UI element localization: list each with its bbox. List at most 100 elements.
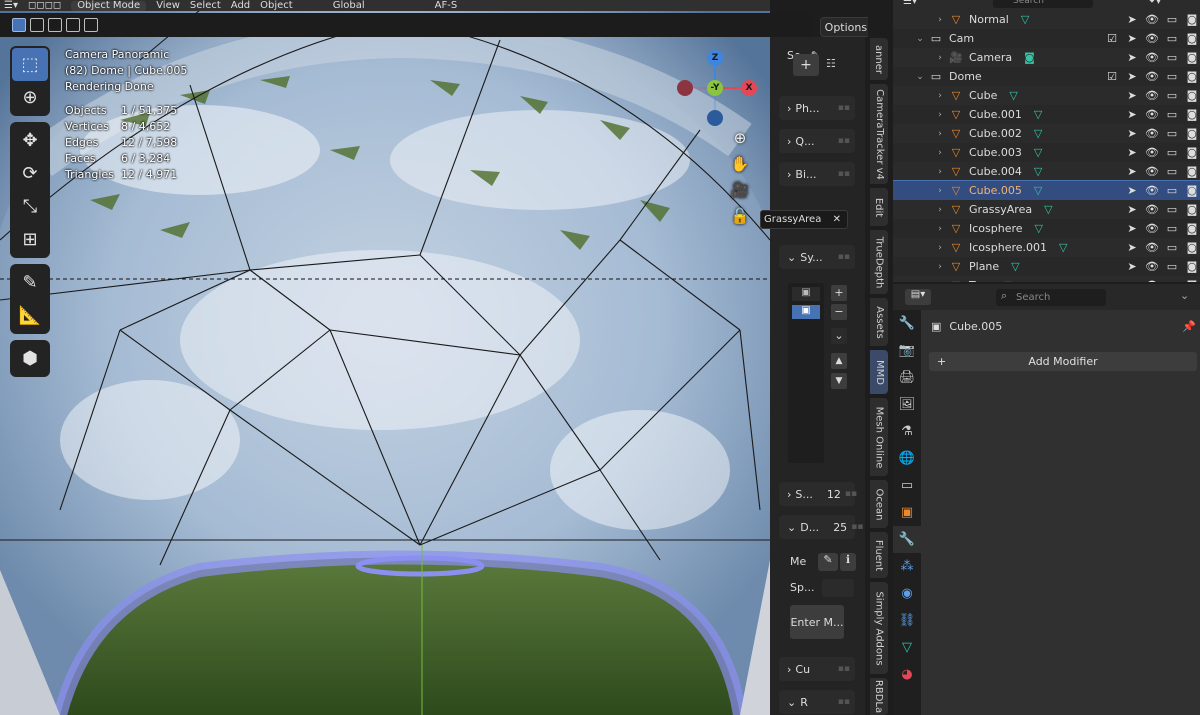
outliner-row[interactable]: › ▽ Cube.003 ▽ ➤ 👁 ▭ ◙	[893, 143, 1200, 162]
camera-view-icon[interactable]: 🎥	[728, 177, 752, 203]
selectable-icon[interactable]: ➤	[1124, 89, 1140, 102]
outliner-row[interactable]: › ▽ Cube.004 ▽ ➤ 👁 ▭ ◙	[893, 162, 1200, 181]
eye-icon[interactable]: 👁	[1144, 51, 1160, 64]
expand-arrow-icon[interactable]: ›	[933, 281, 947, 283]
drag-handle-icon[interactable]: ▪▪	[838, 169, 850, 179]
viewport-display-icon[interactable]: ▭	[1164, 165, 1180, 178]
particles-tab-icon[interactable]: ⁂	[893, 553, 921, 580]
drag-handle-icon[interactable]: ▪▪	[838, 697, 850, 707]
expand-arrow-icon[interactable]: ⌄	[913, 72, 927, 82]
eyedropper-icon[interactable]: ✎	[818, 553, 838, 571]
eye-icon[interactable]: 👁	[1144, 32, 1160, 45]
outliner-row[interactable]: ›▽Tree▽➤👁▭◙	[893, 276, 1200, 282]
tab-mesh-online[interactable]: Mesh Online	[870, 398, 888, 476]
mesh-data-icon[interactable]: ▽	[1034, 146, 1042, 159]
menu-view[interactable]: View	[156, 0, 180, 11]
render-camera-icon[interactable]: ◙	[1184, 32, 1200, 45]
gizmo-neg-z[interactable]	[707, 110, 723, 126]
drag-handle-icon[interactable]: ▪▪	[838, 252, 850, 262]
expand-arrow-icon[interactable]: ›	[933, 243, 947, 253]
gizmo-y-axis[interactable]: -Y	[707, 80, 723, 96]
mesh-data-icon[interactable]: ▽	[1034, 165, 1042, 178]
drag-handle-icon[interactable]: ▪▪	[838, 103, 850, 113]
tab-mmd[interactable]: MMD	[870, 350, 888, 394]
np-section-bi[interactable]: › Bi... ▪▪	[779, 162, 855, 186]
tool-tab-icon[interactable]: 🔧	[893, 310, 921, 337]
move-tool-icon[interactable]: ✥	[12, 124, 48, 157]
tab-ocean[interactable]: Ocean	[870, 480, 888, 528]
viewport-display-icon[interactable]: ▭	[1164, 108, 1180, 121]
viewport-display-icon[interactable]: ▭	[1164, 222, 1180, 235]
info-icon[interactable]: ℹ	[840, 553, 856, 571]
close-icon[interactable]: ✕	[833, 214, 841, 225]
np-section-ph[interactable]: › Ph... ▪▪	[779, 96, 855, 120]
tab-fluent[interactable]: Fluent	[870, 532, 888, 578]
eye-icon[interactable]: 👁	[1144, 70, 1160, 83]
selectable-icon[interactable]: ➤	[1124, 146, 1140, 159]
rotate-tool-icon[interactable]: ⟳	[12, 157, 48, 190]
render-camera-icon[interactable]: ◙	[1184, 127, 1200, 140]
np-section-s[interactable]: › S... 12 ▪▪	[779, 482, 857, 506]
eye-icon[interactable]: 👁	[1144, 108, 1160, 121]
np-section-q[interactable]: › Q... ▪▪	[779, 129, 855, 153]
mesh-data-icon[interactable]: ▽	[1034, 184, 1042, 197]
drag-handle-icon[interactable]: ▪▪	[851, 522, 863, 532]
expand-arrow-icon[interactable]: ›	[933, 129, 947, 139]
mesh-data-icon[interactable]: ▽	[1035, 222, 1043, 235]
expand-arrow-icon[interactable]: ›	[933, 91, 947, 101]
render-camera-icon[interactable]: ◙	[1184, 146, 1200, 159]
render-label[interactable]: AF-S	[435, 0, 458, 11]
np-section-sy[interactable]: ⌄ Sy... ▪▪	[779, 245, 855, 269]
select-mode-new-icon[interactable]	[12, 18, 26, 32]
render-tab-icon[interactable]: 📷	[893, 337, 921, 364]
render-camera-icon[interactable]: ◙	[1184, 70, 1200, 83]
expand-arrow-icon[interactable]: ›	[933, 167, 947, 177]
exclude-checkbox-icon[interactable]: ☑	[1104, 70, 1120, 83]
drag-handle-icon[interactable]: ▪▪	[838, 136, 850, 146]
render-camera-icon[interactable]: ◙	[1184, 13, 1200, 26]
gizmo-neg-x[interactable]	[677, 80, 693, 96]
tab-planner[interactable]: anner	[870, 38, 888, 80]
viewport-display-icon[interactable]: ▭	[1164, 32, 1180, 45]
viewport-display-icon[interactable]: ▭	[1164, 260, 1180, 273]
expand-arrow-icon[interactable]: ⌄	[913, 34, 927, 44]
expand-arrow-icon[interactable]: ›	[933, 148, 947, 158]
eye-icon[interactable]: 👁	[1144, 13, 1160, 26]
selectable-icon[interactable]: ➤	[1124, 51, 1140, 64]
pan-hand-icon[interactable]: ✋	[728, 151, 752, 177]
selectable-icon[interactable]: ➤	[1124, 222, 1140, 235]
eye-icon[interactable]: 👁	[1144, 260, 1160, 273]
viewport-display-icon[interactable]: ▭	[1164, 13, 1180, 26]
menu-select[interactable]: Select	[190, 0, 221, 11]
zoom-icon[interactable]: ⊕	[728, 125, 752, 151]
list-add-button[interactable]: +	[831, 285, 847, 301]
eye-icon[interactable]: 👁	[1144, 241, 1160, 254]
selectable-icon[interactable]: ➤	[1124, 241, 1140, 254]
selectable-icon[interactable]: ➤	[1124, 70, 1140, 83]
select-mode-extend-icon[interactable]	[30, 18, 44, 32]
selectable-icon[interactable]: ➤	[1124, 184, 1140, 197]
render-camera-icon[interactable]: ◙	[1184, 89, 1200, 102]
selectable-icon[interactable]: ➤	[1124, 127, 1140, 140]
add-cube-tool-icon[interactable]: ⬢	[12, 342, 48, 375]
viewport-display-icon[interactable]: ▭	[1164, 70, 1180, 83]
viewport-display-icon[interactable]: ▭	[1164, 203, 1180, 216]
outliner-row[interactable]: › ▽ Icosphere.001 ▽ ➤ 👁 ▭ ◙	[893, 238, 1200, 257]
mesh-data-icon[interactable]: ▽	[1059, 241, 1067, 254]
expand-arrow-icon[interactable]: ›	[933, 15, 947, 25]
physics-tab-icon[interactable]: ◉	[893, 580, 921, 607]
outliner-row[interactable]: › ▽ Icosphere ▽ ➤ 👁 ▭ ◙	[893, 219, 1200, 238]
outliner-row[interactable]: › 🎥 Camera ◙ ➤ 👁 ▭ ◙	[893, 48, 1200, 67]
mesh-data-icon[interactable]: ▽	[1034, 108, 1042, 121]
viewport-display-icon[interactable]: ▭	[1164, 146, 1180, 159]
select-mode-subtract-icon[interactable]	[48, 18, 62, 32]
outliner-row[interactable]: › ▽ Cube.001 ▽ ➤ 👁 ▭ ◙	[893, 105, 1200, 124]
tab-edit[interactable]: Edit	[870, 188, 888, 226]
tab-rbdlab[interactable]: RBDLa	[870, 678, 888, 715]
mesh-data-icon[interactable]: ▽	[1044, 203, 1052, 216]
add-button[interactable]: +	[793, 54, 819, 76]
expand-arrow-icon[interactable]: ›	[933, 53, 947, 63]
camera-data-icon[interactable]: ◙	[1024, 51, 1035, 64]
tab-assets[interactable]: Assets	[870, 298, 888, 346]
mesh-data-icon[interactable]: ▽	[1009, 89, 1017, 102]
